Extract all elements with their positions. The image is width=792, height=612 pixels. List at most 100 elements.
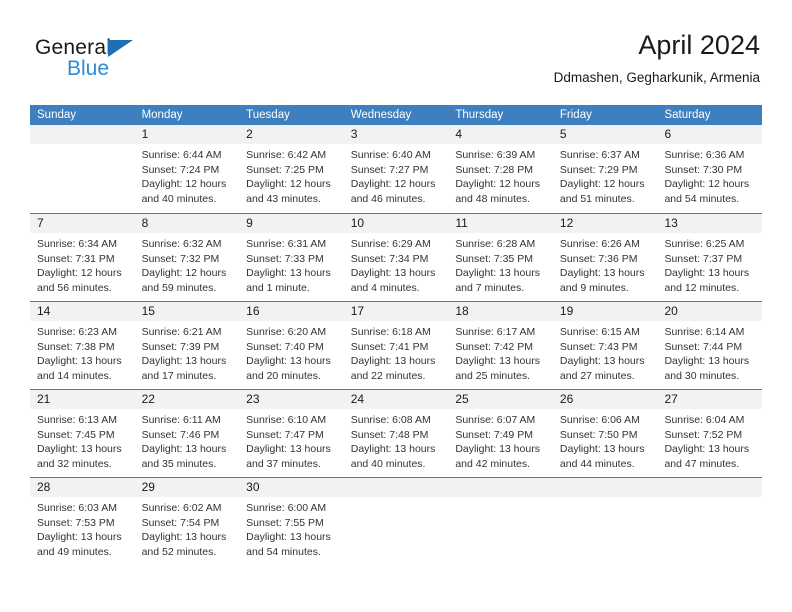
day-cell[interactable]: 21 Sunrise: 6:13 AM Sunset: 7:45 PM Dayligh… xyxy=(30,390,135,477)
day-cell[interactable]: 22 Sunrise: 6:11 AM Sunset: 7:46 PM Dayligh… xyxy=(134,390,240,477)
day-details: Sunrise: 6:32 AM Sunset: 7:32 PM Daylight:… xyxy=(135,233,240,295)
weekday-header-row: Sunday Monday Tuesday Wednesday Thursday… xyxy=(30,105,762,125)
generalblue-logo[interactable]: General Blue xyxy=(35,36,255,92)
day-number: 5 xyxy=(552,125,658,144)
day-cell[interactable]: 25 Sunrise: 6:07 AM Sunset: 7:49 PM Dayligh… xyxy=(448,390,553,477)
day-details: Sunrise: 6:28 AM Sunset: 7:35 PM Daylight:… xyxy=(448,233,553,295)
sunrise-text: Sunrise: 6:14 AM xyxy=(664,326,745,338)
daylight-text-line1: Daylight: 13 hours xyxy=(664,443,750,455)
day-cell[interactable]: 17 Sunrise: 6:18 AM Sunset: 7:41 PM Dayligh… xyxy=(343,302,449,389)
daylight-text-line1: Daylight: 13 hours xyxy=(141,355,227,367)
day-number: 14 xyxy=(30,302,135,321)
day-cell[interactable]: 6 Sunrise: 6:36 AM Sunset: 7:30 PM Daylight… xyxy=(657,125,763,213)
day-cell[interactable]: 2 Sunrise: 6:42 AM Sunset: 7:25 PM Daylight… xyxy=(239,125,344,213)
daylight-text-line2: and 14 minutes. xyxy=(37,369,112,382)
daylight-text-line1: Daylight: 12 hours xyxy=(37,267,122,279)
day-details xyxy=(657,497,762,501)
day-cell[interactable]: 15 Sunrise: 6:21 AM Sunset: 7:39 PM Dayligh… xyxy=(134,302,240,389)
day-cell[interactable]: 10 Sunrise: 6:29 AM Sunset: 7:34 PM Dayligh… xyxy=(343,214,449,301)
daylight-text-line2: and 42 minutes. xyxy=(455,457,531,470)
day-cell[interactable]: 9 Sunrise: 6:31 AM Sunset: 7:33 PM Daylight… xyxy=(239,214,344,301)
day-cell[interactable]: 27 Sunrise: 6:04 AM Sunset: 7:52 PM Dayligh… xyxy=(657,390,763,477)
daylight-text-line1: Daylight: 13 hours xyxy=(37,443,122,455)
daylight-text-line1: Daylight: 13 hours xyxy=(559,267,645,279)
day-details: Sunrise: 6:39 AM Sunset: 7:28 PM Daylight:… xyxy=(448,144,553,206)
sunrise-text: Sunrise: 6:44 AM xyxy=(141,149,222,161)
daylight-text-line2: and 32 minutes. xyxy=(37,457,112,470)
day-details: Sunrise: 6:11 AM Sunset: 7:46 PM Daylight:… xyxy=(135,409,240,471)
day-cell[interactable]: 4 Sunrise: 6:39 AM Sunset: 7:28 PM Daylight… xyxy=(448,125,553,213)
calendar-page: General Blue April 2024 Ddmashen, Geghar… xyxy=(0,0,792,612)
day-cell[interactable]: 30 Sunrise: 6:00 AM Sunset: 7:55 PM Dayligh… xyxy=(239,478,344,565)
sunrise-text: Sunrise: 6:08 AM xyxy=(350,414,431,426)
flag-triangle-icon xyxy=(108,40,133,57)
sunset-text: Sunset: 7:40 PM xyxy=(246,340,324,353)
day-number: 10 xyxy=(343,214,449,233)
day-cell[interactable]: 3 Sunrise: 6:40 AM Sunset: 7:27 PM Daylight… xyxy=(343,125,449,213)
day-cell[interactable]: 11 Sunrise: 6:28 AM Sunset: 7:35 PM Dayligh… xyxy=(448,214,553,301)
day-cell[interactable]: 1 Sunrise: 6:44 AM Sunset: 7:24 PM Daylight… xyxy=(134,125,240,213)
sunrise-text: Sunrise: 6:13 AM xyxy=(37,414,117,426)
day-number: 11 xyxy=(448,214,553,233)
daylight-text-line1: Daylight: 12 hours xyxy=(246,178,331,190)
day-details: Sunrise: 6:13 AM Sunset: 7:45 PM Daylight:… xyxy=(30,409,135,471)
daylight-text-line1: Daylight: 13 hours xyxy=(246,267,331,279)
daylight-text-line1: Daylight: 12 hours xyxy=(664,178,750,190)
page-header: General Blue April 2024 Ddmashen, Geghar… xyxy=(30,28,762,100)
day-details: Sunrise: 6:31 AM Sunset: 7:33 PM Daylight:… xyxy=(239,233,344,295)
day-cell[interactable]: 8 Sunrise: 6:32 AM Sunset: 7:32 PM Daylight… xyxy=(134,214,240,301)
sunset-text: Sunset: 7:35 PM xyxy=(455,252,533,265)
sunset-text: Sunset: 7:28 PM xyxy=(455,163,533,176)
day-cell[interactable]: 26 Sunrise: 6:06 AM Sunset: 7:50 PM Dayligh… xyxy=(552,390,658,477)
day-details: Sunrise: 6:40 AM Sunset: 7:27 PM Daylight:… xyxy=(344,144,449,206)
daylight-text-line1: Daylight: 13 hours xyxy=(455,355,540,367)
day-cell[interactable]: 7 Sunrise: 6:34 AM Sunset: 7:31 PM Daylight… xyxy=(30,214,135,301)
daylight-text-line2: and 54 minutes. xyxy=(664,192,740,205)
sunset-text: Sunset: 7:41 PM xyxy=(350,340,429,353)
sunrise-text: Sunrise: 6:02 AM xyxy=(141,502,222,514)
day-cell[interactable]: 28 Sunrise: 6:03 AM Sunset: 7:53 PM Dayligh… xyxy=(30,478,135,565)
day-cell[interactable]: 29 Sunrise: 6:02 AM Sunset: 7:54 PM Dayligh… xyxy=(134,478,240,565)
daylight-text-line1: Daylight: 12 hours xyxy=(455,178,540,190)
daylight-text-line2: and 20 minutes. xyxy=(246,369,321,382)
day-details: Sunrise: 6:21 AM Sunset: 7:39 PM Daylight:… xyxy=(135,321,240,383)
day-number: 17 xyxy=(343,302,449,321)
daylight-text-line1: Daylight: 13 hours xyxy=(37,355,122,367)
weekday-header-monday: Monday xyxy=(141,109,183,121)
sunset-text: Sunset: 7:30 PM xyxy=(664,163,743,176)
sunrise-text: Sunrise: 6:26 AM xyxy=(559,238,640,250)
day-cell[interactable]: 24 Sunrise: 6:08 AM Sunset: 7:48 PM Dayligh… xyxy=(343,390,449,477)
sunset-text: Sunset: 7:49 PM xyxy=(455,428,533,441)
sunset-text: Sunset: 7:33 PM xyxy=(246,252,324,265)
page-title: April 2024 xyxy=(638,30,760,60)
day-details: Sunrise: 6:02 AM Sunset: 7:54 PM Daylight:… xyxy=(135,497,240,559)
day-details: Sunrise: 6:06 AM Sunset: 7:50 PM Daylight:… xyxy=(553,409,658,471)
title-block: April 2024 Ddmashen, Gegharkunik, Armeni… xyxy=(554,28,760,88)
week-row: 7 Sunrise: 6:34 AM Sunset: 7:31 PM Daylight… xyxy=(30,213,763,301)
day-cell[interactable]: 19 Sunrise: 6:15 AM Sunset: 7:43 PM Dayligh… xyxy=(552,302,658,389)
day-cell[interactable]: 20 Sunrise: 6:14 AM Sunset: 7:44 PM Dayligh… xyxy=(657,302,763,389)
sunset-text: Sunset: 7:55 PM xyxy=(246,516,324,529)
sunset-text: Sunset: 7:37 PM xyxy=(664,252,743,265)
day-cell[interactable]: 13 Sunrise: 6:25 AM Sunset: 7:37 PM Dayligh… xyxy=(657,214,763,301)
daylight-text-line2: and 51 minutes. xyxy=(559,192,635,205)
day-cell[interactable]: 16 Sunrise: 6:20 AM Sunset: 7:40 PM Dayligh… xyxy=(239,302,344,389)
daylight-text-line2: and 49 minutes. xyxy=(37,545,112,558)
day-cell[interactable]: 14 Sunrise: 6:23 AM Sunset: 7:38 PM Dayligh… xyxy=(30,302,135,389)
sunrise-text: Sunrise: 6:10 AM xyxy=(246,414,327,426)
day-cell[interactable]: 23 Sunrise: 6:10 AM Sunset: 7:47 PM Dayligh… xyxy=(239,390,344,477)
day-cell[interactable]: 18 Sunrise: 6:17 AM Sunset: 7:42 PM Dayligh… xyxy=(448,302,553,389)
day-cell[interactable]: 12 Sunrise: 6:26 AM Sunset: 7:36 PM Dayligh… xyxy=(552,214,658,301)
sunrise-text: Sunrise: 6:06 AM xyxy=(559,414,640,426)
day-details: Sunrise: 6:42 AM Sunset: 7:25 PM Daylight:… xyxy=(239,144,344,206)
sunset-text: Sunset: 7:52 PM xyxy=(664,428,743,441)
daylight-text-line1: Daylight: 12 hours xyxy=(350,178,436,190)
day-number xyxy=(343,478,449,497)
weekday-header-thursday: Thursday xyxy=(455,109,504,121)
sunrise-text: Sunrise: 6:34 AM xyxy=(37,238,117,250)
day-cell[interactable]: 5 Sunrise: 6:37 AM Sunset: 7:29 PM Daylight… xyxy=(552,125,658,213)
sunset-text: Sunset: 7:54 PM xyxy=(141,516,220,529)
sunrise-text: Sunrise: 6:11 AM xyxy=(141,414,221,426)
daylight-text-line2: and 12 minutes. xyxy=(664,281,740,294)
sunset-text: Sunset: 7:36 PM xyxy=(559,252,638,265)
